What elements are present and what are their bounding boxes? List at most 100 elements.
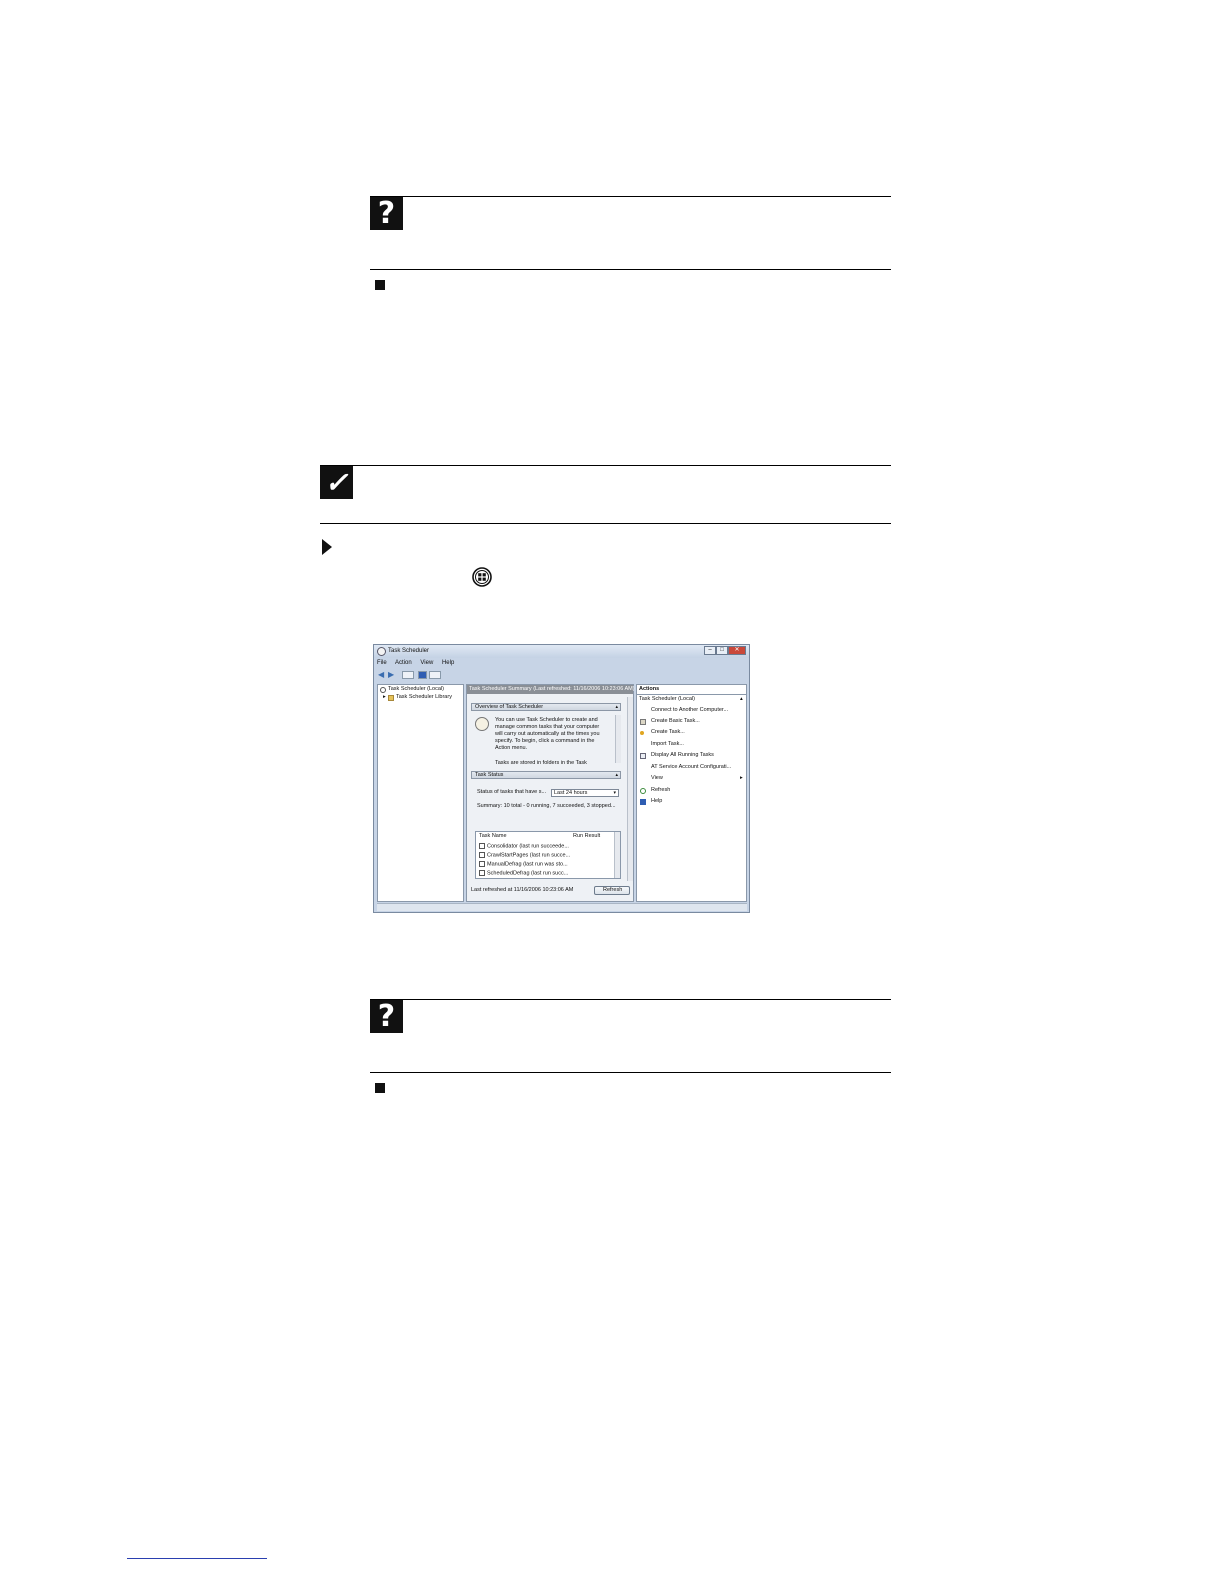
task-list: Task Name Run Result Consolidator (last …	[475, 831, 621, 879]
help-question-icon: ?	[370, 197, 403, 230]
menu-file[interactable]: File	[377, 660, 387, 666]
action-at-service-account[interactable]: AT Service Account Configurati...	[651, 764, 731, 771]
summary-pane: Task Scheduler Summary (Last refreshed: …	[466, 684, 635, 902]
scheduler-clock-icon	[475, 717, 489, 731]
task-list-scrollbar[interactable]	[614, 832, 620, 878]
dropdown-arrow-icon[interactable]: ▾	[613, 790, 616, 797]
show-hide-action-pane-icon[interactable]	[429, 671, 441, 679]
end-square-icon	[375, 1083, 385, 1093]
tree-root-item[interactable]: Task Scheduler (Local)	[388, 686, 444, 693]
forward-arrow-icon[interactable]: ▶	[388, 671, 394, 679]
console-tree-pane: Task Scheduler (Local) ▸ Task Scheduler …	[377, 684, 464, 902]
summary-header: Task Scheduler Summary (Last refreshed: …	[467, 685, 635, 694]
help-box-bottom-rule	[370, 269, 891, 270]
window-title: Task Scheduler	[388, 648, 430, 654]
help-box-top-rule	[370, 196, 891, 197]
folder-icon	[388, 695, 394, 701]
overview-line-3: will carry out automatically at the time…	[495, 731, 600, 737]
actions-divider	[637, 694, 746, 695]
overview-line-7: Tasks are stored in folders in the Task	[495, 760, 587, 765]
column-task-name[interactable]: Task Name	[479, 833, 507, 840]
help-box-2-top-rule	[370, 999, 891, 1000]
create-basic-task-icon	[640, 719, 646, 725]
note-box-top-rule	[320, 465, 891, 466]
menu-bar: File Action View Help	[377, 660, 747, 669]
status-summary-line: Summary: 10 total - 0 running, 7 succeed…	[477, 803, 616, 809]
expand-plus-icon[interactable]	[479, 843, 485, 849]
overview-scrollbar[interactable]	[615, 715, 621, 763]
close-button[interactable]: ✕	[728, 646, 746, 655]
status-period-select[interactable]: Last 24 hours ▾	[551, 789, 619, 797]
action-create-task[interactable]: Create Task...	[651, 729, 685, 736]
action-display-running-tasks[interactable]: Display All Running Tasks	[651, 752, 714, 759]
overview-line-4: specify. To begin, click a command in th…	[495, 738, 595, 744]
windows-start-button-icon	[472, 567, 492, 587]
procedure-triangle-icon	[322, 539, 332, 555]
tree-library-item[interactable]: Task Scheduler Library	[396, 694, 452, 701]
toolbar: ◀ ▶	[377, 670, 747, 681]
table-row[interactable]: Consolidator (last run succeede...	[479, 843, 569, 850]
menu-view[interactable]: View	[420, 660, 433, 666]
minimize-button[interactable]: –	[704, 646, 716, 655]
actions-header: Actions	[639, 686, 660, 692]
action-refresh[interactable]: Refresh	[651, 787, 670, 794]
action-view[interactable]: View	[651, 775, 663, 782]
summary-header-text: Task Scheduler Summary (Last refreshed: …	[469, 686, 635, 692]
title-bar: Task Scheduler – □ ✕	[374, 645, 749, 658]
task-name: ScheduledDefrag (last run succ...	[487, 870, 569, 877]
show-hide-console-tree-icon[interactable]	[402, 671, 414, 679]
overview-line-5: Action menu.	[495, 745, 528, 751]
actions-pane: Actions Task Scheduler (Local) ▴ Connect…	[636, 684, 747, 902]
refresh-icon	[640, 788, 646, 794]
collapse-caret-icon[interactable]: ▴	[615, 704, 618, 711]
column-run-result[interactable]: Run Result	[573, 833, 600, 840]
actions-group-title[interactable]: Task Scheduler (Local)	[639, 696, 695, 703]
end-square-icon	[375, 280, 385, 290]
refresh-button[interactable]: Refresh	[594, 886, 630, 895]
maximize-button[interactable]: □	[716, 646, 728, 655]
task-status-title: Task Status	[475, 772, 504, 778]
help-box-2-bottom-rule	[370, 1072, 891, 1073]
view-submenu-arrow-icon[interactable]: ▸	[740, 775, 743, 782]
refresh-button-label: Refresh	[603, 887, 623, 893]
help-icon	[640, 799, 646, 805]
overview-section-header[interactable]: Overview of Task Scheduler ▴	[471, 703, 621, 711]
running-tasks-icon	[640, 753, 646, 759]
expand-plus-icon[interactable]	[479, 870, 485, 876]
action-import-task[interactable]: Import Task...	[651, 741, 684, 748]
footer-link-underline	[127, 1558, 267, 1559]
action-create-basic-task[interactable]: Create Basic Task...	[651, 718, 700, 725]
clock-icon	[380, 687, 386, 693]
create-task-star-icon	[640, 731, 644, 735]
actions-group-caret-icon[interactable]: ▴	[740, 696, 743, 703]
table-row[interactable]: ManualDefrag (last run was sto...	[479, 861, 568, 868]
task-name: ManualDefrag (last run was sto...	[487, 861, 568, 868]
table-row[interactable]: ScheduledDefrag (last run succ...	[479, 870, 568, 877]
status-period-value: Last 24 hours	[554, 790, 588, 796]
clock-icon	[377, 647, 386, 656]
task-name: CrawlStartPages (last run succe...	[487, 852, 571, 859]
menu-action[interactable]: Action	[395, 660, 412, 666]
task-scheduler-window: Task Scheduler – □ ✕ File Action View He…	[373, 644, 750, 913]
collapse-caret-icon[interactable]: ▴	[615, 772, 618, 779]
menu-help[interactable]: Help	[442, 660, 454, 666]
back-arrow-icon[interactable]: ◀	[378, 671, 384, 679]
help-book-icon[interactable]	[418, 671, 427, 679]
overview-line-2: manage common tasks that your computer	[495, 724, 600, 730]
action-connect-computer[interactable]: Connect to Another Computer...	[651, 707, 728, 714]
help-question-icon: ?	[370, 1000, 403, 1033]
overview-line-1: You can use Task Scheduler to create and	[495, 717, 598, 723]
action-help[interactable]: Help	[651, 798, 662, 805]
status-filter-label: Status of tasks that have s...	[477, 789, 547, 795]
task-name: Consolidator (last run succeede...	[487, 843, 569, 850]
table-row[interactable]: CrawlStartPages (last run succe...	[479, 852, 570, 859]
status-bar	[377, 903, 747, 911]
overview-title: Overview of Task Scheduler	[475, 704, 544, 710]
task-status-section-header[interactable]: Task Status ▴	[471, 771, 621, 779]
expand-plus-icon[interactable]	[479, 861, 485, 867]
note-box-bottom-rule	[320, 523, 891, 524]
expand-plus-icon[interactable]	[479, 852, 485, 858]
last-refreshed-text: Last refreshed at 11/16/2006 10:23:06 AM	[471, 887, 574, 893]
tree-expand-icon[interactable]: ▸	[383, 694, 386, 701]
summary-scrollbar[interactable]	[627, 697, 633, 881]
